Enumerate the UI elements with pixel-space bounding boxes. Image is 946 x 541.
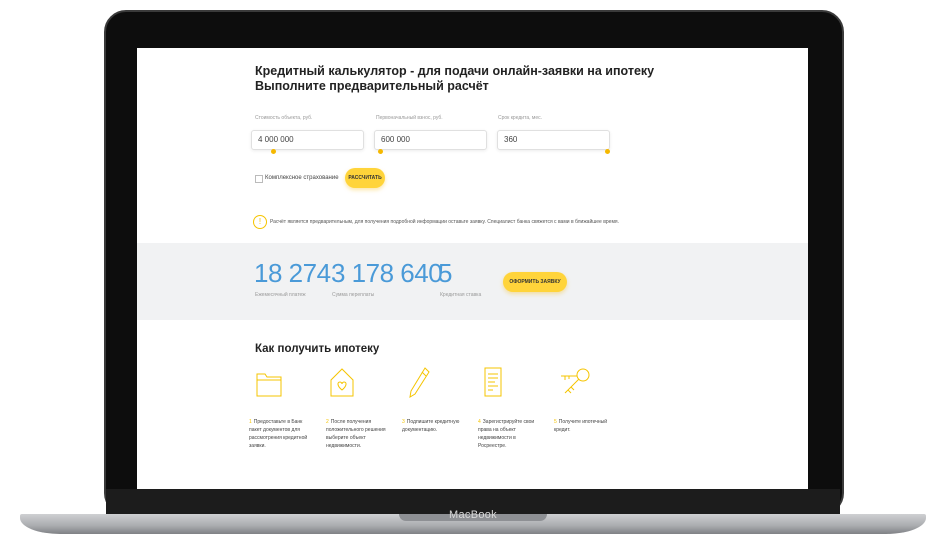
house-heart-icon (330, 368, 354, 397)
document-icon (484, 367, 502, 397)
rate-value: 5 (438, 258, 452, 288)
step-text: Получите ипотечный кредит. (554, 419, 608, 433)
step-number: 1 (249, 419, 252, 425)
term-slider-handle[interactable] (605, 149, 610, 154)
pen-icon (409, 367, 430, 398)
step-text: Зарегистрируйте свои права на объект нед… (478, 419, 535, 449)
keys-icon (561, 368, 590, 394)
page-title: Кредитный калькулятор - для подачи онлай… (255, 64, 655, 93)
monthly-payment-label: Ежемесячный платеж (255, 292, 306, 298)
insurance-checkbox-label: Комплексное страхование (265, 175, 339, 181)
folder-icon (256, 373, 282, 397)
price-slider-handle[interactable] (270, 149, 276, 154)
how-to-title: Как получить ипотеку (255, 343, 380, 355)
term-label: Срок кредита, мес. (498, 115, 542, 121)
step-text: Подпишите кредитную документацию. (402, 419, 460, 433)
price-input[interactable]: 4 000 000 (251, 130, 364, 150)
apply-button[interactable]: Оформить заявку (503, 272, 567, 292)
step-4: 4 Зарегистрируйте свои права на объект не… (478, 418, 538, 450)
laptop-screen: Кредитный калькулятор - для подачи онлай… (137, 48, 808, 489)
results-panel (137, 243, 808, 320)
insurance-checkbox[interactable] (255, 175, 263, 183)
info-text: Расчёт является предварительным, для пол… (270, 219, 619, 225)
price-label: Стоимость объекта, руб. (255, 115, 313, 121)
step-1: 1 Предоставьте в Банк пакет документов дл… (249, 418, 309, 450)
calculate-button[interactable]: Рассчитать (345, 168, 385, 188)
step-text: После получения положительного решения в… (326, 419, 386, 449)
step-number: 4 (478, 419, 481, 425)
step-text: Предоставьте в Банк пакет документов для… (249, 419, 308, 449)
laptop-brand-label: MacBook (449, 509, 497, 521)
down-payment-slider-handle[interactable] (378, 149, 383, 154)
step-2: 2 После получения положительного решения … (326, 418, 386, 450)
step-number: 5 (554, 419, 557, 425)
monthly-payment-value: 18 274 (254, 258, 331, 288)
rate-label: Кредитная ставка (440, 292, 482, 298)
down-payment-label: Первоначальный взнос, руб. (376, 115, 443, 121)
step-3: 3 Подпишите кредитную документацию. (402, 418, 466, 434)
down-payment-input[interactable]: 600 000 (374, 130, 487, 150)
step-number: 3 (402, 419, 405, 425)
term-input[interactable]: 360 (497, 130, 610, 150)
step-5: 5 Получите ипотечный кредит. (554, 418, 614, 434)
step-number: 2 (326, 419, 329, 425)
info-circle-icon: ! (253, 215, 267, 229)
overpayment-value: 3 178 640 (331, 258, 443, 288)
overpayment-label: Сумма переплаты (332, 292, 375, 298)
